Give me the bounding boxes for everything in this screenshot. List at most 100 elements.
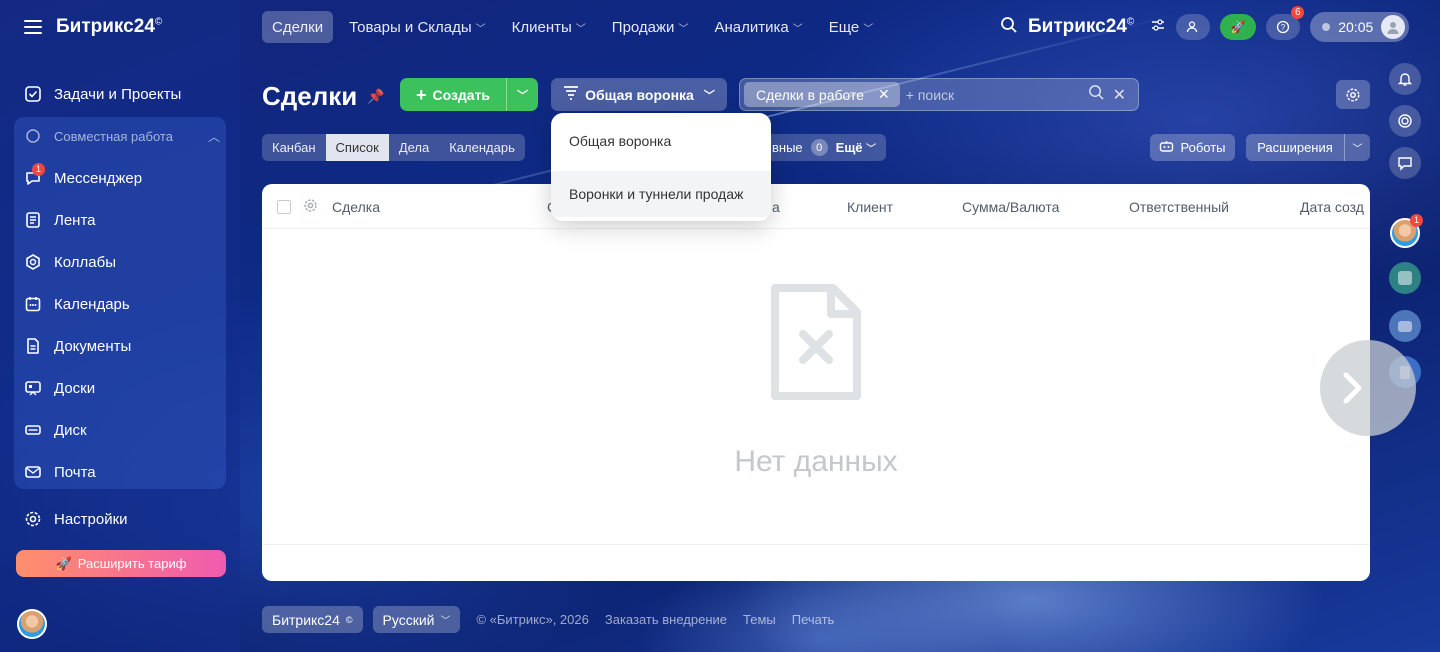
upgrade-plan-button[interactable]: 🚀 Расширить тариф: [16, 550, 226, 577]
column-amount[interactable]: Сумма/Валюта: [962, 199, 1059, 215]
topnav-item-analytics[interactable]: Аналитика ﹀: [704, 11, 812, 43]
help-button[interactable]: ? 6: [1266, 6, 1305, 40]
menu-icon[interactable]: [24, 20, 42, 34]
close-icon[interactable]: ✕: [878, 86, 890, 103]
select-all-checkbox[interactable]: [277, 200, 291, 214]
mail-icon: [24, 463, 42, 481]
page-settings-button[interactable]: [1336, 80, 1370, 109]
chevron-down-icon: ﹀: [703, 89, 715, 102]
filter-chip[interactable]: Сделки в работе ✕: [744, 82, 900, 107]
topnav-item-more[interactable]: Еще ﹀: [819, 11, 884, 43]
sidebar-item-collabs[interactable]: Коллабы: [14, 244, 226, 280]
sliders-icon[interactable]: [1150, 17, 1166, 38]
sidebar-item-tasks[interactable]: Задачи и Проекты: [14, 76, 226, 112]
chevron-down-icon: ﹀: [475, 23, 486, 35]
topnav-item-products[interactable]: Товары и Склады ﹀: [339, 11, 496, 43]
funnel-selector[interactable]: Общая воронка ﹀: [551, 78, 727, 111]
language-selector[interactable]: Русский ﹀: [372, 606, 461, 633]
notifications-button[interactable]: [1389, 63, 1421, 95]
extensions-button[interactable]: Расширения ﹀: [1246, 134, 1370, 161]
board-icon: [24, 379, 42, 397]
chevron-down-icon: ﹀: [517, 89, 528, 102]
create-button[interactable]: + Создать ﹀: [400, 78, 538, 111]
group-header[interactable]: Совместная работа ︿: [24, 127, 220, 145]
svg-text:?: ?: [1281, 23, 1286, 32]
filter-search[interactable]: Сделки в работе ✕ ✕: [739, 78, 1139, 111]
invite-user-button[interactable]: [1176, 14, 1211, 40]
create-main[interactable]: + Создать: [400, 86, 506, 104]
time-widget[interactable]: 20:05: [1310, 12, 1410, 42]
topnav-item-clients[interactable]: Клиенты ﹀: [502, 11, 596, 43]
copyright: © «Битрикс», 2026: [476, 612, 589, 627]
rocket-button[interactable]: 🚀: [1220, 14, 1257, 40]
gear-icon: [1346, 88, 1360, 101]
sidebar-item-boards[interactable]: Доски: [14, 370, 226, 406]
gear-icon[interactable]: [303, 198, 318, 216]
header-brand[interactable]: Битрикс24©: [1028, 16, 1134, 38]
sidebar-item-messenger[interactable]: 1 Мессенджер: [14, 160, 226, 196]
user-avatar[interactable]: [17, 609, 47, 639]
view-tab-kanban[interactable]: Канбан: [262, 134, 326, 161]
chevron-down-icon: ﹀: [440, 616, 451, 627]
empty-state: Нет данных: [262, 284, 1370, 479]
sidebar-item-documents[interactable]: Документы: [14, 328, 226, 364]
view-tab-activities[interactable]: Дела: [389, 134, 439, 161]
column-client[interactable]: Клиент: [847, 199, 893, 215]
column-deal[interactable]: Сделка: [332, 199, 380, 215]
bell-icon: [1397, 73, 1413, 86]
puzzle-icon: [24, 127, 42, 145]
message-icon: [1398, 320, 1412, 332]
sidebar-item-calendar[interactable]: Календарь: [14, 286, 226, 322]
search-icon[interactable]: [1000, 16, 1018, 39]
rocket-icon: 🚀: [1230, 20, 1246, 34]
footer-link-implementation[interactable]: Заказать внедрение: [605, 612, 727, 627]
more-counters[interactable]: Ещё ﹀: [836, 140, 877, 155]
topnav-item-deals[interactable]: Сделки: [262, 11, 334, 43]
view-tab-calendar[interactable]: Календарь: [439, 134, 525, 161]
menu-item-funnels-tunnels[interactable]: Воронки и туннели продаж: [551, 171, 771, 217]
rail-app-chat[interactable]: [1389, 310, 1421, 342]
empty-document-icon: [771, 284, 861, 400]
gear-icon: [24, 510, 42, 528]
robots-button[interactable]: Роботы: [1150, 134, 1235, 161]
chevron-down-icon: ﹀: [678, 23, 689, 35]
funnel-dropdown-menu: Общая воронка Воронки и туннели продаж: [551, 113, 771, 221]
sidebar-item-mail[interactable]: Почта: [14, 454, 226, 490]
sidebar-item-drive[interactable]: Диск: [14, 412, 226, 448]
funnel-icon: [563, 86, 579, 103]
sidebar-item-settings[interactable]: Настройки: [14, 501, 226, 537]
checkbox-icon: [24, 85, 42, 103]
copilot-button[interactable]: [1389, 105, 1421, 137]
chevron-up-icon[interactable]: ︿: [208, 128, 220, 145]
sidebar-item-feed[interactable]: Лента: [14, 202, 226, 238]
clear-icon[interactable]: ✕: [1113, 85, 1126, 105]
column-responsible[interactable]: Ответственный: [1129, 199, 1229, 215]
create-dropdown-toggle[interactable]: ﹀: [506, 78, 538, 111]
app-icon: [1398, 271, 1412, 285]
search-icon[interactable]: [1088, 84, 1105, 106]
sidebar-header: Битрикс24©: [24, 16, 162, 38]
footer-brand[interactable]: Битрикс24 ©: [262, 606, 363, 633]
scroll-right-arrow[interactable]: [1320, 340, 1416, 436]
menu-item-general-funnel[interactable]: Общая воронка: [551, 118, 771, 164]
search-input[interactable]: [905, 86, 1086, 103]
chat-search-button[interactable]: [1389, 147, 1421, 179]
footer-link-print[interactable]: Печать: [792, 612, 835, 627]
column-activity[interactable]: а: [772, 199, 780, 215]
spiral-icon: [1398, 114, 1412, 128]
rail-app-green[interactable]: [1389, 262, 1421, 294]
search-actions: ✕: [1088, 84, 1134, 106]
extensions-dropdown-toggle[interactable]: ﹀: [1344, 134, 1370, 161]
column-created[interactable]: Дата созд: [1300, 199, 1364, 215]
chevron-down-icon: ﹀: [575, 23, 586, 35]
footer-link-themes[interactable]: Темы: [743, 612, 776, 627]
view-tab-list[interactable]: Список: [325, 134, 389, 161]
feed-icon: [24, 211, 42, 229]
view-switcher: Канбан Список Дела Календарь: [262, 134, 525, 161]
robot-icon: [1159, 140, 1174, 156]
chat-icon: 1: [24, 163, 45, 187]
pin-icon[interactable]: 📌: [367, 88, 384, 105]
topnav-item-sales[interactable]: Продажи ﹀: [602, 11, 699, 43]
logo[interactable]: Битрикс24©: [56, 16, 162, 38]
help-badge: 6: [1291, 6, 1305, 19]
